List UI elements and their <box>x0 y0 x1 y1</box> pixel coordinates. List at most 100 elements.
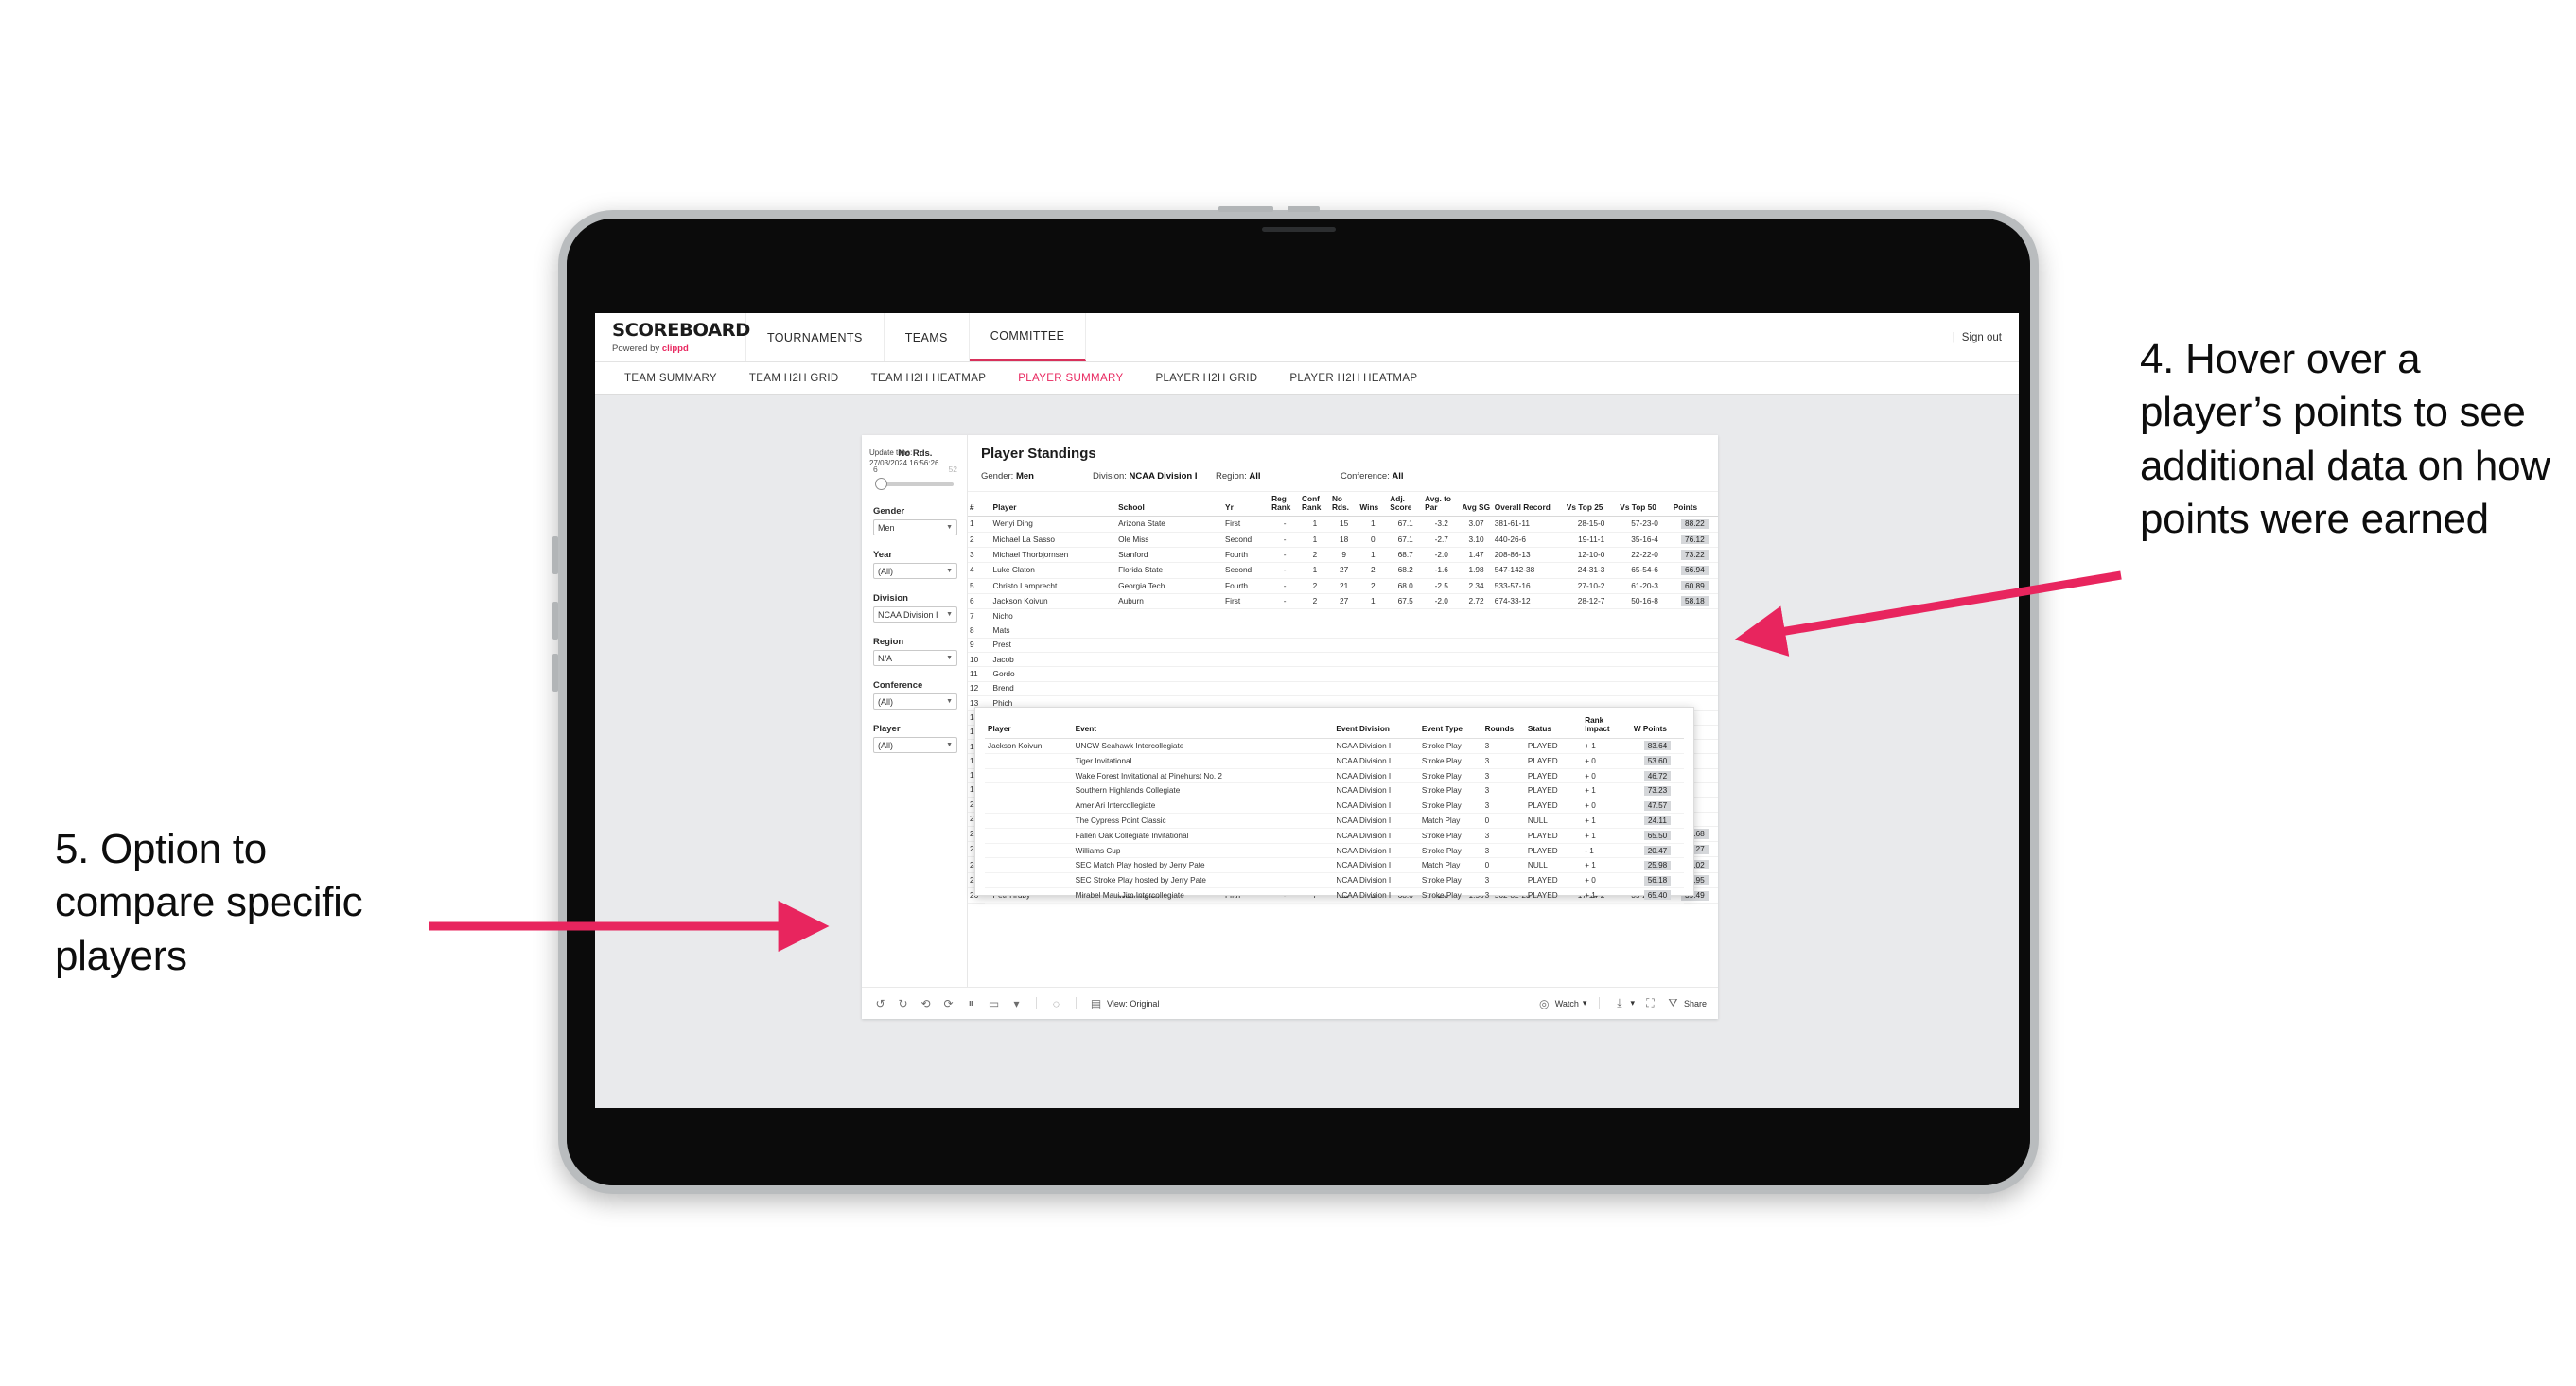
th-no-rds[interactable]: No Rds. <box>1329 492 1358 518</box>
cell-par: -1.6 <box>1423 562 1461 579</box>
cell-yr <box>1223 666 1270 682</box>
th-reg-rank[interactable]: Reg Rank <box>1270 492 1301 518</box>
th-vs-top-25[interactable]: Vs Top 25 <box>1564 492 1619 518</box>
filter-year-select[interactable]: (All) ▼ <box>873 563 957 579</box>
tooltip-cell-player <box>985 813 1073 829</box>
undo-icon[interactable]: ↺ <box>873 996 887 1010</box>
table-row[interactable]: 1 Wenyi Ding Arizona State First -1 15 1 67.1 -3… <box>968 516 1718 533</box>
nav-item-committee[interactable]: COMMITTEE <box>969 313 1087 361</box>
nav-item-teams[interactable]: TEAMS <box>885 313 970 361</box>
filter-gender-select[interactable]: Men ▼ <box>873 519 957 535</box>
th-conf-rank[interactable]: Conf Rank <box>1300 492 1330 518</box>
cell-points[interactable] <box>1671 666 1718 682</box>
brand-logo[interactable]: SCOREBOARD Powered by clippd <box>595 313 750 361</box>
filter-region-select[interactable]: N/A ▼ <box>873 650 957 666</box>
cell-points[interactable]: 60.89 <box>1671 578 1718 594</box>
table-row[interactable]: 6 Jackson Koivun Auburn First -2 27 1 67.5 -2.0 2… <box>968 593 1718 610</box>
th-points[interactable]: Points <box>1671 492 1718 518</box>
table-row[interactable]: 10 Jacob <box>968 652 1718 668</box>
filter-player-select[interactable]: (All) ▼ <box>873 737 957 753</box>
fullscreen-icon[interactable]: ⛶ <box>1643 996 1657 1010</box>
table-row[interactable]: 2 Michael La Sasso Ole Miss Second -1 18 0 67.1… <box>968 532 1718 548</box>
tth-event-division: Event Division <box>1333 715 1419 740</box>
slider-track[interactable] <box>879 482 954 486</box>
watch-button[interactable]: ◎ Watch ▾ <box>1537 996 1586 1010</box>
no-rounds-slider[interactable] <box>873 477 957 492</box>
cell-points[interactable] <box>1671 608 1718 624</box>
th-adj-score[interactable]: Adj. Score <box>1388 492 1424 518</box>
th-vs-top-50[interactable]: Vs Top 50 <box>1618 492 1672 518</box>
cell-points[interactable]: 76.12 <box>1671 532 1718 548</box>
tab-player-h2h-heatmap[interactable]: PLAYER H2H HEATMAP <box>1273 373 1433 384</box>
cell-points[interactable] <box>1671 623 1718 639</box>
download-button[interactable]: ⤓ ▾ <box>1612 996 1635 1010</box>
table-row[interactable]: 8 Mats <box>968 623 1718 639</box>
tooltip-cell-player <box>985 857 1073 874</box>
cell-t25 <box>1564 623 1619 639</box>
table-row[interactable]: 4 Luke Claton Florida State Second -1 27 2 68.2… <box>968 562 1718 579</box>
cell-n: 6 <box>968 593 991 610</box>
sign-out-link[interactable]: Sign out <box>1962 332 2002 343</box>
table-row[interactable]: 12 Brend <box>968 681 1718 697</box>
filter-conference-select[interactable]: (All) ▼ <box>873 693 957 710</box>
tooltip-cell-rounds: 3 <box>1481 798 1525 815</box>
tth-event-type: Event Type <box>1418 715 1482 740</box>
cell-points[interactable]: 66.94 <box>1671 562 1718 579</box>
refresh-icon[interactable]: ⟳ <box>941 996 955 1010</box>
tth-w-points: W Points <box>1630 715 1684 740</box>
th-avg-to-par[interactable]: Avg. to Par <box>1423 492 1461 518</box>
tab-player-summary[interactable]: PLAYER SUMMARY <box>1002 373 1139 384</box>
tooltip-cell-player <box>985 843 1073 859</box>
table-row[interactable]: 7 Nicho <box>968 608 1718 624</box>
revert-icon[interactable]: ⟲ <box>919 996 933 1010</box>
table-row[interactable]: 3 Michael Thorbjornsen Stanford Fourth -2 9 1 6… <box>968 547 1718 564</box>
cell-points[interactable]: 88.22 <box>1671 516 1718 533</box>
alerts-icon[interactable]: ▭ <box>987 996 1001 1010</box>
view-original-button[interactable]: ▤ View: Original <box>1089 996 1160 1010</box>
cell-points[interactable]: 58.18 <box>1671 593 1718 610</box>
tab-team-h2h-grid[interactable]: TEAM H2H GRID <box>733 373 855 384</box>
cell-points[interactable] <box>1671 681 1718 697</box>
pause-refresh-icon[interactable]: ⏸ <box>964 996 978 1010</box>
cell-wins <box>1358 623 1389 639</box>
tth-rounds: Rounds <box>1481 715 1525 740</box>
chevron-down-icon[interactable]: ▾ <box>1009 996 1024 1010</box>
th-school[interactable]: School <box>1116 492 1224 518</box>
th-year[interactable]: Yr <box>1223 492 1270 518</box>
app-screen: SCOREBOARD Powered by clippd TOURNAMENTS… <box>595 313 2019 1108</box>
tab-team-h2h-heatmap[interactable]: TEAM H2H HEATMAP <box>855 373 1003 384</box>
th-overall-record[interactable]: Overall Record <box>1492 492 1565 518</box>
th-avg-sg[interactable]: Avg SG <box>1460 492 1493 518</box>
cell-points[interactable]: 73.22 <box>1671 547 1718 564</box>
cell-t50: 50-16-8 <box>1618 593 1672 610</box>
tth-status: Status <box>1524 715 1583 740</box>
cell-school <box>1116 652 1224 668</box>
th-wins[interactable]: Wins <box>1358 492 1389 518</box>
brand-sub-prefix: Powered by <box>612 342 662 354</box>
slider-handle[interactable] <box>875 478 887 490</box>
cell-t25: 27-10-2 <box>1564 578 1619 594</box>
tab-team-summary[interactable]: TEAM SUMMARY <box>608 373 733 384</box>
tab-player-h2h-grid[interactable]: PLAYER H2H GRID <box>1139 373 1273 384</box>
tooltip-cell-player <box>985 887 1073 904</box>
tooltip-cell-player <box>985 782 1073 799</box>
th-rank[interactable]: # <box>968 492 991 518</box>
nav-item-tournaments[interactable]: TOURNAMENTS <box>746 313 885 361</box>
cell-points[interactable] <box>1671 638 1718 654</box>
cell-conf: 2 <box>1300 578 1330 594</box>
data-details-icon[interactable]: ◌ <box>1049 996 1063 1010</box>
summary-gender-label: Gender: <box>981 471 1014 482</box>
cell-reg <box>1270 681 1301 697</box>
cell-rec: 533-57-16 <box>1492 578 1565 594</box>
table-row[interactable]: 5 Christo Lamprecht Georgia Tech Fourth -2 21… <box>968 578 1718 594</box>
table-row[interactable]: 11 Gordo <box>968 666 1718 682</box>
share-icon: ⛛ <box>1668 996 1678 1009</box>
cell-t25 <box>1564 608 1619 624</box>
cell-n: 1 <box>968 516 991 533</box>
filter-division-select[interactable]: NCAA Division I ▼ <box>873 606 957 623</box>
redo-icon[interactable]: ↻ <box>896 996 910 1010</box>
table-row[interactable]: 9 Prest <box>968 638 1718 654</box>
share-button[interactable]: ⛛ Share <box>1666 996 1707 1010</box>
th-player[interactable]: Player <box>990 492 1117 518</box>
cell-points[interactable] <box>1671 652 1718 668</box>
